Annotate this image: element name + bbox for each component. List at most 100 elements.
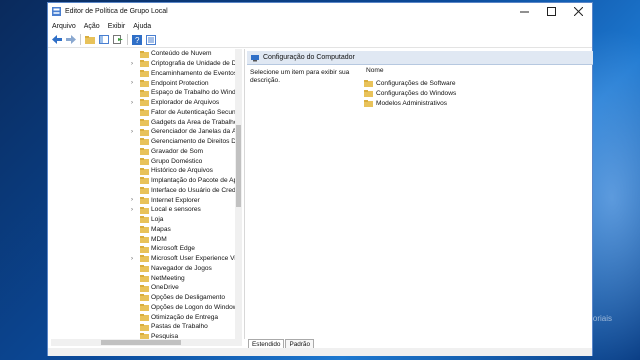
tree-item[interactable]: Pesquisa (51, 332, 241, 339)
minimize-icon (520, 11, 529, 13)
tree-item[interactable]: › Local e sensores (51, 205, 241, 215)
folder-icon (140, 79, 149, 87)
list-item[interactable]: Configurações do Windows (364, 88, 456, 98)
show-tree-button[interactable] (98, 34, 109, 45)
menu-ajuda[interactable]: Ajuda (129, 23, 155, 30)
menu-bar: Arquivo Ação Exibir Ajuda (48, 20, 592, 32)
tree-item-label: Local e sensores (151, 206, 201, 214)
folder-icon (140, 274, 149, 282)
folder-icon (364, 89, 373, 97)
toolbar-separator (80, 34, 81, 45)
help-icon: ? (131, 34, 142, 45)
tree-item[interactable]: Fator de Autenticação Secund (51, 108, 241, 118)
tree-item-label: Endpoint Protection (151, 79, 209, 87)
tree-item-label: Gadgets da Área de Trabalho (151, 118, 238, 126)
tree-item-label: Navegador de Jogos (151, 264, 212, 272)
up-folder-button[interactable] (84, 34, 95, 45)
tree-item[interactable]: NetMeeting (51, 273, 241, 283)
tree-item[interactable]: Microsoft Edge (51, 244, 241, 254)
tree-item-label: Gerenciamento de Direitos Di (151, 138, 238, 146)
chevron-right-icon[interactable]: › (131, 61, 137, 67)
tree-item[interactable]: Gerenciamento de Direitos Di (51, 137, 241, 147)
folder-icon (140, 157, 149, 165)
tree-item-label: Mapas (151, 225, 171, 233)
tree-item-label: Opções de Logon do Window (151, 303, 238, 311)
details-header: Configuração do Computador (247, 51, 593, 65)
tree-hscroll-thumb[interactable] (101, 340, 181, 345)
toolbar-separator (127, 34, 128, 45)
folder-icon (140, 294, 149, 302)
chevron-right-icon[interactable]: › (131, 256, 137, 262)
properties-icon (145, 34, 156, 45)
tree-item[interactable]: Navegador de Jogos (51, 264, 241, 274)
maximize-button[interactable] (538, 3, 565, 20)
tree-item[interactable]: › Explorador de Arquivos (51, 98, 241, 108)
chevron-right-icon[interactable]: › (131, 207, 137, 213)
menu-arquivo[interactable]: Arquivo (48, 23, 80, 30)
tree-item-label: MDM (151, 235, 167, 243)
tree-item[interactable]: › Criptografia de Unidade de Di (51, 59, 241, 69)
tree-item-label: Gravador de Som (151, 147, 204, 155)
tree-item-label: Microsoft User Experience Virt (151, 255, 239, 263)
tree-item[interactable]: Loja (51, 215, 241, 225)
folder-icon (140, 109, 149, 116)
tree-item[interactable]: Gravador de Som (51, 147, 241, 157)
tree-item-label: Otimização de Entrega (151, 313, 219, 321)
tree-item[interactable]: Opções de Logon do Window (51, 303, 241, 313)
help-button[interactable]: ? (131, 34, 142, 45)
tree-item[interactable]: OneDrive (51, 283, 241, 293)
tree-item-label: NetMeeting (151, 274, 185, 282)
folder-icon (140, 60, 149, 68)
chevron-right-icon[interactable]: › (131, 129, 137, 135)
export-list-button[interactable] (112, 34, 123, 45)
tree-item[interactable]: Interface do Usuário de Crede (51, 186, 241, 196)
tree-item[interactable]: Opções de Desligamento (51, 293, 241, 303)
tree-item[interactable]: Encaminhamento de Eventos (51, 69, 241, 79)
list-item[interactable]: Configurações de Software (364, 78, 456, 88)
tree-item-label: Espaço de Trabalho do Windo (151, 89, 239, 97)
menu-exibir[interactable]: Exibir (104, 23, 130, 30)
menu-acao[interactable]: Ação (80, 23, 104, 30)
tree-item[interactable]: Pastas de Trabalho (51, 322, 241, 332)
policy-tree[interactable]: Conteúdo de Nuvem › Criptografia de Unidad… (51, 49, 245, 339)
tree-horizontal-scrollbar[interactable] (51, 339, 242, 346)
tree-item[interactable]: › Gerenciador de Janelas da Áre (51, 127, 241, 137)
tree-item[interactable]: › Microsoft User Experience Virt (51, 254, 241, 264)
tree-item[interactable]: Espaço de Trabalho do Windo (51, 88, 241, 98)
tree-item[interactable]: › Endpoint Protection (51, 78, 241, 88)
tree-item[interactable]: Conteúdo de Nuvem (51, 49, 241, 59)
list-item-label: Modelos Administrativos (376, 99, 448, 107)
column-header-nome[interactable]: Nome (366, 67, 384, 74)
title-bar[interactable]: Editor de Política de Grupo Local (48, 3, 592, 20)
list-item[interactable]: Modelos Administrativos (364, 98, 447, 108)
tree-item[interactable]: Otimização de Entrega (51, 312, 241, 322)
folder-icon (140, 235, 149, 243)
folder-icon (364, 99, 373, 107)
chevron-right-icon[interactable]: › (131, 197, 137, 203)
folder-icon (140, 89, 149, 97)
tree-scroll-thumb[interactable] (236, 125, 241, 207)
tree-item[interactable]: Histórico de Arquivos (51, 166, 241, 176)
show-tree-icon (98, 35, 109, 44)
chevron-right-icon[interactable]: › (131, 100, 137, 106)
tree-vertical-scrollbar[interactable] (235, 49, 242, 339)
tree-item[interactable]: MDM (51, 234, 241, 244)
window-title: Editor de Política de Grupo Local (65, 8, 168, 15)
tree-item[interactable]: Grupo Doméstico (51, 156, 241, 166)
list-item-label: Configurações do Windows (376, 89, 457, 97)
tree-item[interactable]: Mapas (51, 225, 241, 235)
tree-item[interactable]: › Internet Explorer (51, 195, 241, 205)
back-button[interactable] (51, 34, 62, 45)
properties-button[interactable] (145, 34, 156, 45)
forward-button[interactable] (65, 34, 76, 45)
close-button[interactable] (565, 3, 592, 20)
tree-item[interactable]: Implantação do Pacote de Ap (51, 176, 241, 186)
chevron-right-icon[interactable]: › (131, 80, 137, 86)
tree-item-label: Loja (151, 216, 164, 224)
minimize-button[interactable] (511, 3, 538, 20)
tree-item-label: Histórico de Arquivos (151, 167, 213, 175)
folder-icon (140, 216, 149, 224)
folder-icon (140, 167, 149, 175)
tree-item-label: Internet Explorer (151, 196, 200, 204)
tree-item[interactable]: Gadgets da Área de Trabalho (51, 117, 241, 127)
